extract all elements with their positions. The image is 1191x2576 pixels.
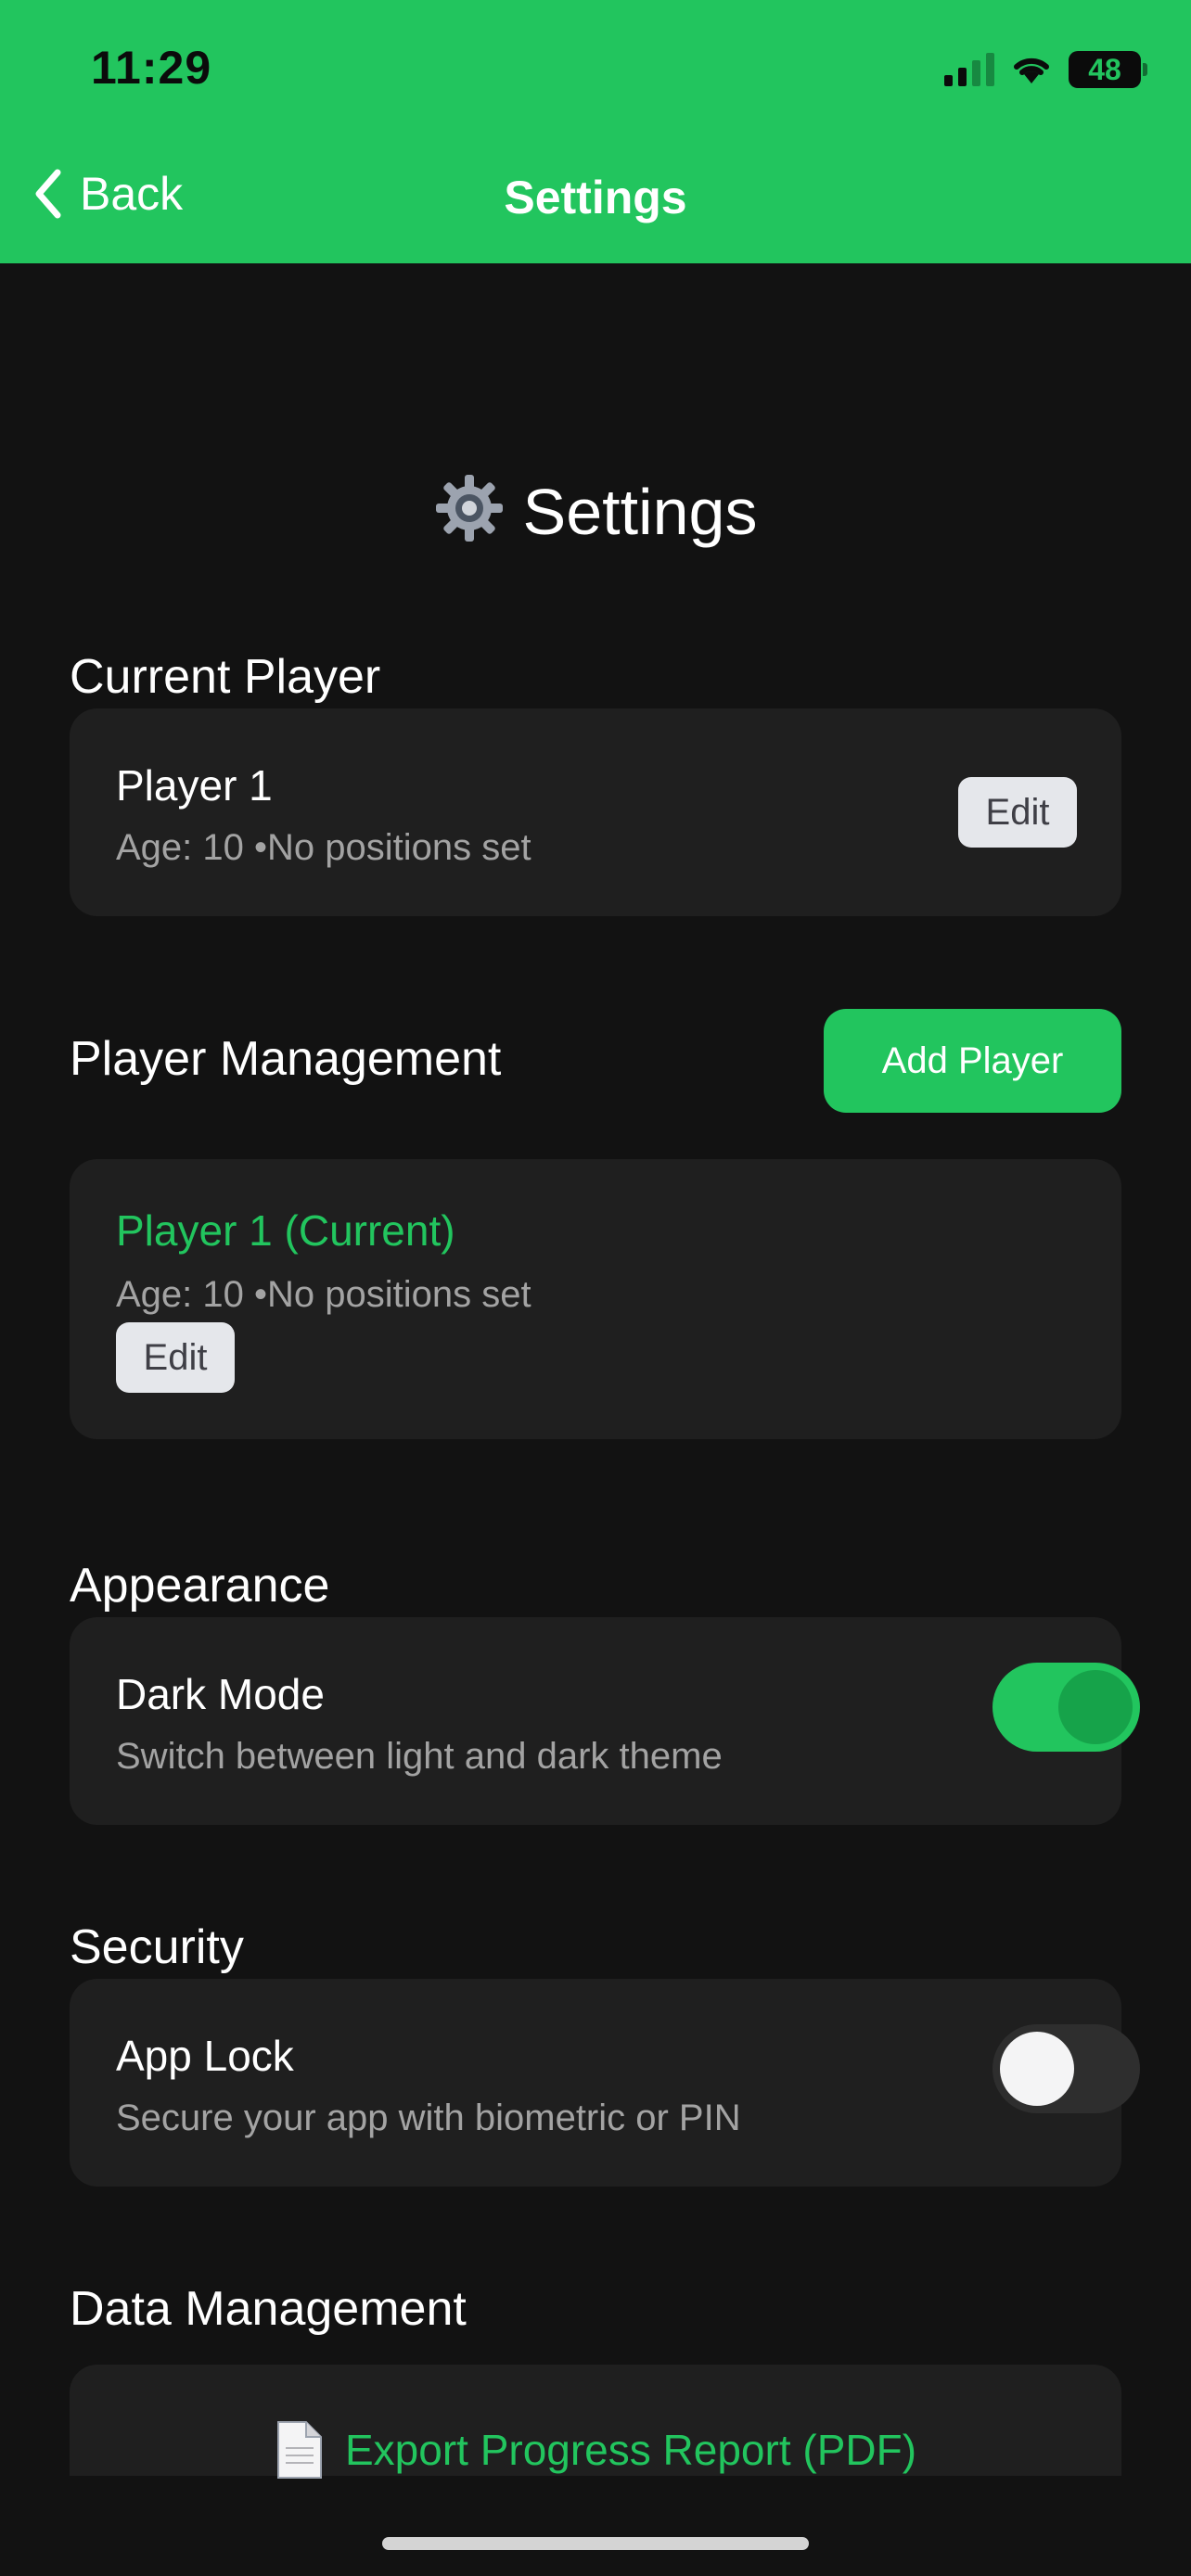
section-appearance: Appearance [70, 1559, 330, 1613]
section-player-management: Player Management [70, 1032, 502, 1086]
player-list-item[interactable]: Player 1 (Current) Age: 10 •No positions… [70, 1159, 1121, 1439]
page-title-text: Settings [522, 476, 758, 548]
section-current-player: Current Player [70, 650, 381, 704]
section-security: Security [70, 1920, 244, 1974]
edit-player-button[interactable]: Edit [116, 1322, 235, 1393]
current-player-name: Player 1 [116, 761, 273, 810]
status-time: 11:29 [91, 42, 212, 94]
nav-title: Settings [504, 172, 687, 223]
document-icon [276, 2421, 322, 2479]
wifi-icon [1014, 57, 1049, 83]
app-lock-label: App Lock [116, 2032, 294, 2080]
home-indicator[interactable] [382, 2537, 809, 2550]
player-list-item-details: Age: 10 •No positions set [116, 1274, 531, 1315]
header-bar: 11:29 48 Back Settings [0, 0, 1191, 263]
battery-level: 48 [1088, 52, 1121, 86]
export-report-button[interactable]: Export Progress Report (PDF) [70, 2420, 1121, 2480]
status-icons: 48 [944, 48, 1147, 91]
toggle-knob [1000, 2032, 1074, 2106]
edit-current-player-button[interactable]: Edit [958, 777, 1077, 848]
export-report-label: Export Progress Report (PDF) [344, 2426, 917, 2474]
page-title: Settings [0, 473, 1191, 558]
app-lock-toggle[interactable] [992, 2024, 1140, 2113]
add-player-button[interactable]: Add Player [824, 1009, 1121, 1113]
section-data-management: Data Management [70, 2282, 467, 2336]
app-lock-description: Secure your app with biometric or PIN [116, 2098, 741, 2138]
cellular-signal-icon [944, 53, 994, 86]
current-player-details: Age: 10 •No positions set [116, 827, 531, 868]
player-list-item-name: Player 1 (Current) [116, 1206, 455, 1255]
dark-mode-toggle[interactable] [992, 1663, 1140, 1752]
current-player-card: Player 1 Age: 10 •No positions set Edit [70, 708, 1121, 916]
dark-mode-card: Dark Mode Switch between light and dark … [70, 1617, 1140, 1825]
gear-icon [434, 473, 505, 558]
dark-mode-description: Switch between light and dark theme [116, 1736, 723, 1777]
toggle-knob [1058, 1670, 1133, 1744]
dark-mode-label: Dark Mode [116, 1670, 325, 1718]
data-management-card: Export Progress Report (PDF) [70, 2365, 1121, 2479]
battery-icon: 48 [1069, 51, 1147, 88]
app-lock-card: App Lock Secure your app with biometric … [70, 1979, 1140, 2187]
